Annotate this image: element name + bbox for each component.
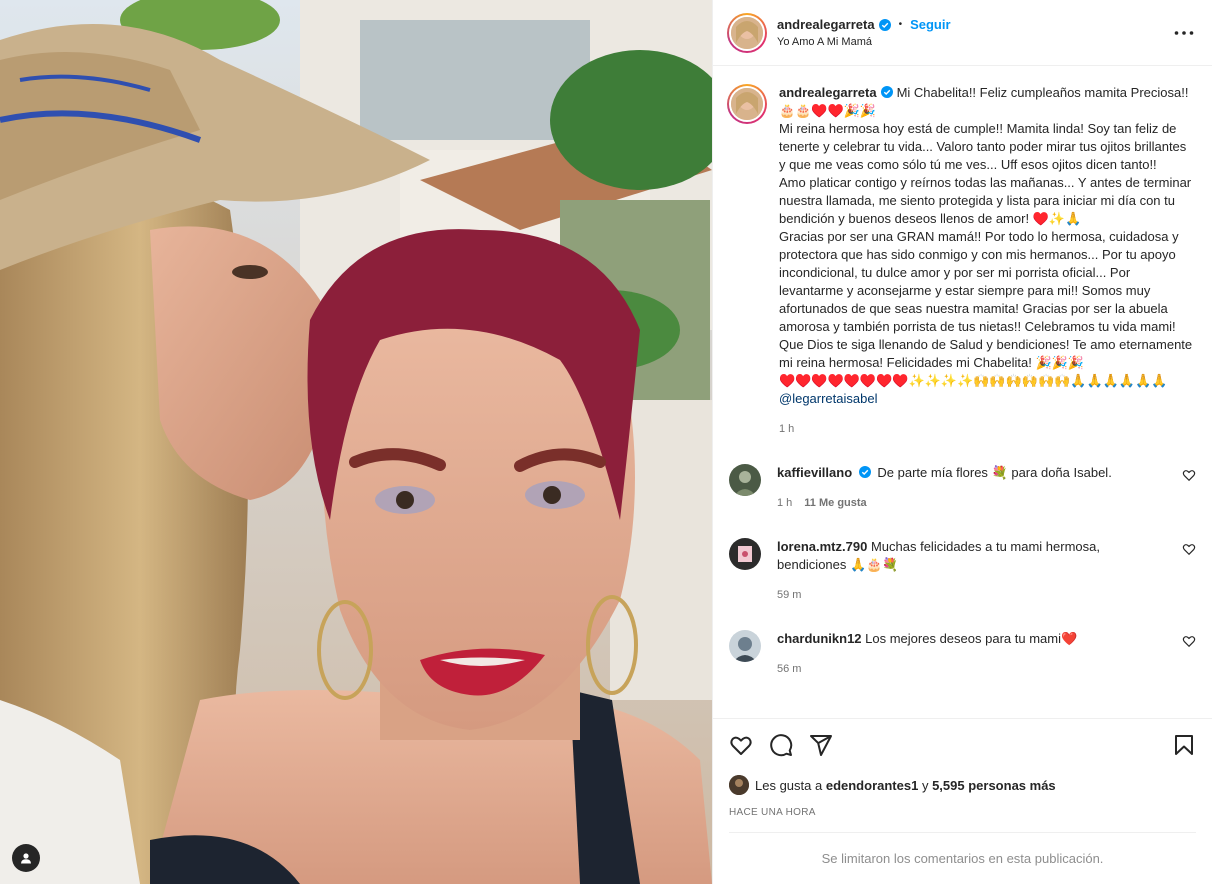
likes-prefix: Les gusta a — [755, 777, 823, 793]
caption-mention-link[interactable]: @legarretaisabel — [779, 391, 877, 406]
comment-username[interactable]: chardunikn12 — [777, 631, 862, 646]
save-button[interactable] — [1172, 733, 1196, 757]
caption-body: andrealegarreta Mi Chabelita!! Feliz cump… — [779, 84, 1196, 438]
comment-time[interactable]: 56 m — [777, 660, 801, 678]
post-side-panel: andrealegarreta • Seguir Yo Amo A Mi Mam… — [712, 0, 1212, 884]
post-modal: andrealegarreta • Seguir Yo Amo A Mi Mam… — [0, 0, 1212, 884]
more-horizontal-icon — [1174, 30, 1194, 35]
comments-list[interactable]: andrealegarreta Mi Chabelita!! Feliz cump… — [713, 66, 1212, 718]
comment-username[interactable]: lorena.mtz.790 — [777, 539, 867, 554]
comment-avatar[interactable] — [729, 538, 761, 570]
caption-avatar-image — [729, 86, 765, 122]
follow-button[interactable]: Seguir — [910, 17, 950, 32]
author-avatar[interactable] — [727, 12, 767, 53]
comment-button[interactable] — [769, 733, 793, 757]
comment-meta: 1 h 11 Me gusta — [777, 494, 1172, 512]
comments-limited-notice: Se limitaron los comentarios en esta pub… — [729, 832, 1196, 884]
comment-item: lorena.mtz.790 Muchas felicidades a tu m… — [727, 538, 1196, 604]
like-button[interactable] — [729, 733, 753, 757]
comment-likes[interactable]: 11 Me gusta — [804, 494, 866, 512]
caption-time[interactable]: 1 h — [779, 420, 1196, 438]
heart-icon[interactable] — [1182, 468, 1196, 482]
comment-item: chardunikn12 Los mejores deseos para tu … — [727, 630, 1196, 678]
photo-scene — [0, 0, 712, 884]
more-options-button[interactable] — [1172, 21, 1196, 45]
comment-avatar[interactable] — [729, 630, 761, 662]
likes-connector: y — [921, 777, 929, 793]
heart-icon — [730, 736, 752, 755]
comment-text: De parte mía flores 💐 para doña Isabel. — [877, 465, 1112, 480]
comment-username[interactable]: kaffievillano — [777, 465, 852, 480]
caption-text: Mi Chabelita!! Feliz cumpleaños mamita P… — [779, 85, 1193, 388]
verified-badge-icon — [878, 18, 891, 31]
header-title-row: andrealegarreta • Seguir — [777, 17, 1172, 32]
likes-user[interactable]: edendorantes1 — [826, 778, 918, 793]
comment-avatar[interactable] — [729, 464, 761, 496]
verified-badge-icon — [880, 86, 893, 98]
comment-body: kaffievillano De parte mía flores 💐 para… — [777, 464, 1182, 512]
liker-avatar[interactable] — [729, 775, 749, 795]
post-caption: andrealegarreta Mi Chabelita!! Feliz cump… — [727, 84, 1196, 438]
post-actions-area: Les gusta a edendorantes1 y 5,595 person… — [713, 718, 1212, 884]
post-timestamp[interactable]: HACE UNA HORA — [729, 807, 1196, 818]
tagged-users-button[interactable] — [12, 844, 40, 872]
comment-icon — [770, 734, 793, 757]
caption-username[interactable]: andrealegarreta — [779, 85, 877, 100]
comment-body: lorena.mtz.790 Muchas felicidades a tu m… — [777, 538, 1182, 604]
share-button[interactable] — [809, 733, 833, 757]
comment-item: kaffievillano De parte mía flores 💐 para… — [727, 464, 1196, 512]
comment-body: chardunikn12 Los mejores deseos para tu … — [777, 630, 1182, 678]
author-username[interactable]: andrealegarreta — [777, 17, 875, 32]
likes-others[interactable]: 5,595 personas más — [932, 778, 1056, 793]
bookmark-icon — [1175, 735, 1193, 755]
heart-icon[interactable] — [1182, 542, 1196, 556]
comment-text: Los mejores deseos para tu mami❤️ — [865, 631, 1078, 646]
author-avatar-image — [729, 14, 765, 51]
heart-icon[interactable] — [1182, 634, 1196, 648]
comment-meta: 59 m — [777, 586, 1172, 604]
caption-avatar[interactable] — [727, 84, 767, 124]
header-separator: • — [898, 19, 903, 30]
comment-meta: 56 m — [777, 660, 1172, 678]
comment-time[interactable]: 59 m — [777, 586, 801, 604]
verified-badge-icon — [858, 466, 871, 478]
post-header: andrealegarreta • Seguir Yo Amo A Mi Mam… — [713, 0, 1212, 66]
user-icon — [21, 853, 31, 864]
comment-time[interactable]: 1 h — [777, 494, 792, 512]
action-icons-row — [729, 731, 1196, 759]
post-photo[interactable] — [0, 0, 712, 884]
likes-summary[interactable]: Les gusta a edendorantes1 y 5,595 person… — [729, 775, 1196, 795]
header-info: andrealegarreta • Seguir Yo Amo A Mi Mam… — [777, 17, 1172, 48]
send-icon — [810, 735, 832, 756]
post-audio-label[interactable]: Yo Amo A Mi Mamá — [777, 36, 1172, 48]
